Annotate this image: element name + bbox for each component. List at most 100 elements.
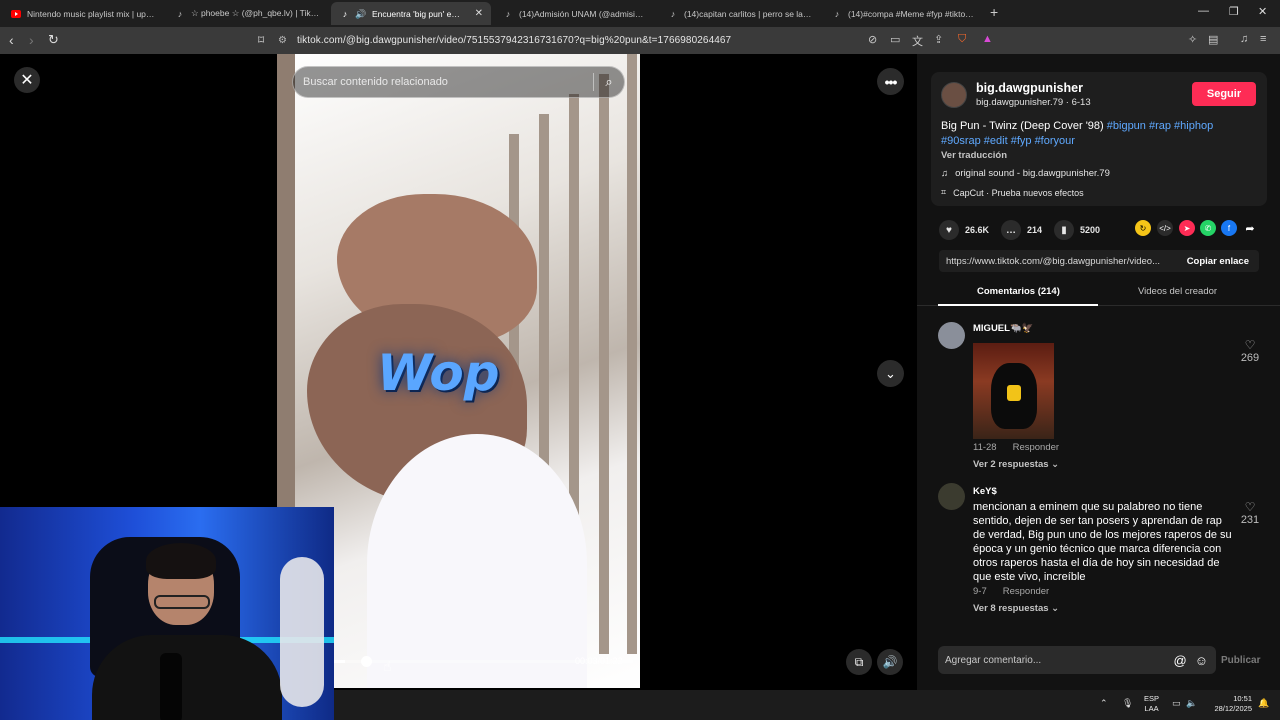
tray-chevron-icon[interactable]: ⌃ — [1100, 698, 1108, 709]
close-window-button[interactable]: ✕ — [1258, 5, 1267, 18]
close-tab-icon[interactable]: ✕ — [475, 8, 483, 19]
mention-icon[interactable]: @ — [1174, 653, 1195, 668]
lang-code: ESP — [1144, 694, 1160, 703]
author-username[interactable]: big.dawgpunisher — [976, 81, 1083, 95]
comment-count: 214 — [1027, 225, 1043, 235]
translate-link[interactable]: Ver traducción — [941, 150, 1007, 161]
no-tracking-icon[interactable]: ⊘ — [868, 33, 877, 46]
minimize-button[interactable]: — — [1198, 5, 1209, 17]
notifications-icon[interactable]: 🔔 — [1258, 698, 1269, 709]
comment-like-button[interactable]: ♡ 269 — [1235, 338, 1265, 364]
close-video-button[interactable]: ✕ — [14, 67, 40, 93]
streamer-hair — [146, 543, 216, 579]
comment-like-button[interactable]: ♡ 231 — [1235, 500, 1265, 526]
reply-button[interactable]: Responder — [1003, 586, 1049, 597]
keyboard-layout: LAA — [1144, 704, 1159, 713]
post-info-card: big.dawgpunisher big.dawgpunisher.79 · 6… — [931, 72, 1267, 206]
bookmark-icon[interactable]: ⌑ — [258, 32, 264, 48]
related-search-input[interactable]: Buscar contenido relacionado ⌕ — [292, 66, 625, 98]
cast-icon[interactable]: ▭ — [890, 33, 900, 46]
browser-tab-bar: Nintendo music playlist mix | upbeat ♪ ☆… — [0, 0, 1280, 27]
share-arrow-icon[interactable]: ➦ — [1242, 220, 1258, 236]
comment-sticker-image[interactable] — [973, 343, 1054, 439]
tab-title: (14)Admisión UNAM (@admision.una — [519, 8, 648, 19]
bookmark-icon: ▮ — [1054, 220, 1074, 240]
sound-link[interactable]: ♫ original sound - big.dawgpunisher.79 — [941, 168, 1110, 179]
repost-icon[interactable]: ↻ — [1135, 220, 1151, 236]
reply-button[interactable]: Responder — [1013, 442, 1059, 453]
forward-button[interactable]: › — [29, 32, 34, 48]
view-replies-button[interactable]: Ver 8 respuestas ⌄ — [973, 603, 1059, 614]
emoji-icon[interactable]: ☺ — [1195, 653, 1216, 668]
rewards-icon[interactable]: ▲ — [982, 33, 993, 45]
more-options-button[interactable]: ••• — [877, 68, 904, 95]
input-language[interactable]: ESP LAA — [1144, 694, 1159, 714]
capcut-link[interactable]: ⌗ CapCut · Prueba nuevos efectos — [941, 187, 1084, 198]
share-link[interactable]: https://www.tiktok.com/@big.dawgpunisher… — [939, 256, 1177, 267]
brave-shield-icon[interactable]: ⛉ — [958, 33, 966, 46]
whatsapp-icon[interactable]: ✆ — [1200, 220, 1216, 236]
video-shirt — [367, 434, 587, 688]
tab-tiktok-search-active[interactable]: ♪ 🔊 Encuentra 'big pun' en TikTok ✕ — [331, 2, 491, 25]
miniplayer-button[interactable]: ⧉ — [846, 649, 872, 675]
volume-button[interactable]: 🔊 — [877, 649, 903, 675]
tab-compa-meme[interactable]: ♪ (14)#compa #Meme #fyp #tiktok #b — [823, 2, 983, 25]
author-subline: big.dawgpunisher.79 · 6-13 — [976, 97, 1091, 108]
search-icon[interactable]: ⌕ — [594, 74, 624, 90]
tab-comments[interactable]: Comentarios (214) — [977, 286, 1060, 297]
video-overlay-text: Wop — [377, 344, 500, 402]
network-icon[interactable]: ▭ — [1172, 698, 1181, 709]
streamer-glasses — [154, 595, 210, 609]
send-icon[interactable]: ➤ — [1179, 220, 1195, 236]
tab-capitan-carlitos[interactable]: ♪ (14)capitan carlitos | perro se lanza … — [659, 2, 821, 25]
copy-link-button[interactable]: Copiar enlace — [1177, 256, 1259, 267]
avatar[interactable] — [941, 82, 967, 108]
comment-icon: … — [1001, 220, 1021, 240]
translate-icon[interactable]: 文 — [912, 33, 923, 49]
url-text: tiktok.com/@big.dawgpunisher/video/75155… — [296, 35, 732, 46]
tab-title: ☆ phoebe ☆ (@ph_qbe.lv) | TikTok — [191, 8, 320, 18]
tab-tiktok-phoebe[interactable]: ♪ ☆ phoebe ☆ (@ph_qbe.lv) | TikTok — [166, 2, 328, 25]
like-button[interactable]: ♥ 26.6K — [939, 220, 989, 240]
tab-admision-unam[interactable]: ♪ (14)Admisión UNAM (@admision.una — [494, 2, 656, 25]
comment-list: MIGUEL🐃🦅 11-28 Responder Ver 2 respuesta… — [917, 318, 1280, 630]
follow-button[interactable]: Seguir — [1192, 82, 1256, 106]
comment-author[interactable]: KeY$ — [973, 486, 997, 497]
reload-button[interactable]: ↻ — [48, 32, 59, 48]
comment-author[interactable]: MIGUEL🐃🦅 — [973, 323, 1034, 334]
hashtags-line-2[interactable]: #90srap #edit #fyp #foryour — [941, 135, 1075, 147]
new-tab-button[interactable]: + — [990, 4, 998, 20]
heart-icon: ♥ — [939, 220, 959, 240]
sticker-chain — [1007, 385, 1021, 401]
embed-icon[interactable]: </> — [1157, 220, 1173, 236]
save-button[interactable]: ▮ 5200 — [1054, 220, 1100, 240]
facebook-icon[interactable]: f — [1221, 220, 1237, 236]
view-replies-button[interactable]: Ver 2 respuestas ⌄ — [973, 459, 1059, 470]
comment-button[interactable]: … 214 — [1001, 220, 1042, 240]
back-button[interactable]: ‹ — [9, 32, 14, 48]
tab-youtube-playlist[interactable]: Nintendo music playlist mix | upbeat — [2, 2, 164, 25]
publish-button[interactable]: Publicar — [1221, 655, 1260, 666]
avatar[interactable] — [938, 322, 965, 349]
next-video-button[interactable]: ⌄ — [877, 360, 904, 387]
sidebar-icon[interactable]: ▤ — [1208, 33, 1218, 46]
microphone-icon[interactable]: 🎙 — [1122, 698, 1133, 709]
menu-icon[interactable]: ≡ — [1260, 33, 1266, 45]
site-settings-icon[interactable]: ⚙ — [278, 35, 287, 46]
media-icon[interactable]: ♫ — [1240, 33, 1248, 45]
volume-icon[interactable]: 🔈 — [1186, 698, 1197, 709]
progress-fill — [333, 660, 345, 663]
hashtags-line-1[interactable]: #bigpun #rap #hiphop — [1107, 120, 1213, 132]
extensions-icon[interactable]: ✧ — [1188, 33, 1197, 46]
share-icon[interactable]: ⇪ — [934, 33, 943, 46]
microphone — [160, 653, 182, 720]
add-comment-input[interactable]: Agregar comentario... @ ☺ — [938, 646, 1216, 674]
system-clock[interactable]: 10:51 28/12/2025 — [1208, 694, 1252, 714]
tiktok-icon: ♪ — [670, 8, 676, 19]
progress-knob[interactable] — [361, 656, 372, 667]
video-time: 00:03/01:22 — [575, 656, 623, 666]
tab-creator-videos[interactable]: Videos del creador — [1138, 286, 1217, 297]
tiktok-icon: ♪ — [177, 8, 183, 19]
avatar[interactable] — [938, 483, 965, 510]
restore-button[interactable]: ❐ — [1229, 5, 1239, 18]
